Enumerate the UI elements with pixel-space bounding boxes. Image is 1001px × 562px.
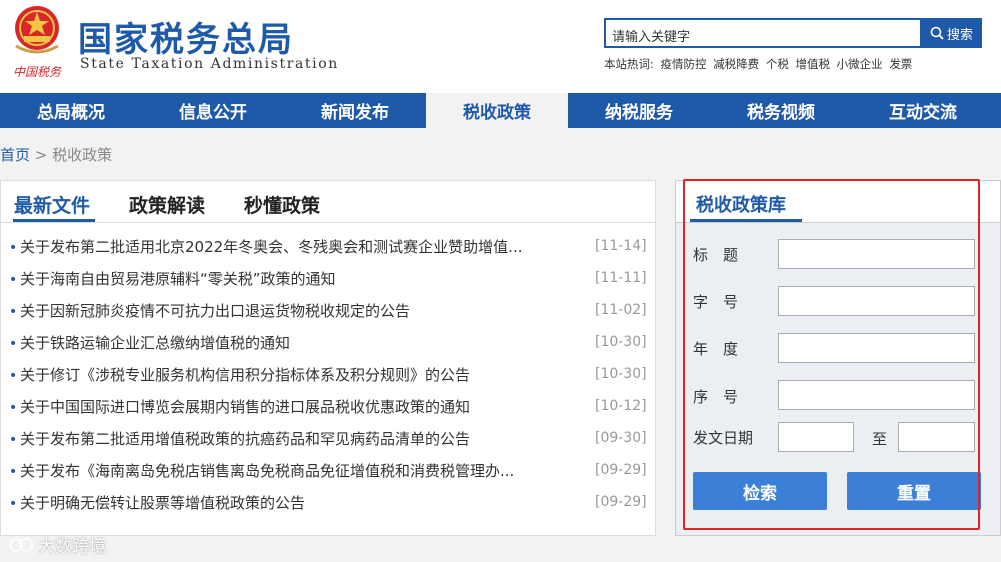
site-subtitle: State Taxation Administration (80, 56, 339, 72)
bullet-icon: • (9, 400, 18, 416)
breadcrumb-home-link[interactable]: 首页 (0, 146, 30, 164)
search-input[interactable]: 请输入关键字 (604, 18, 922, 48)
news-date: [10-30] (595, 334, 647, 350)
breadcrumb-current: 税收政策 (52, 146, 113, 164)
list-item[interactable]: • 关于因新冠肺炎疫情不可抗力出口退运货物税收规定的公告 [11-02] (1, 295, 655, 327)
news-date: [10-12] (595, 398, 647, 414)
bullet-icon: • (9, 240, 18, 256)
nav-item-tax-policy[interactable]: 税收政策 (426, 93, 568, 128)
hot-words-label: 本站热词: (604, 57, 654, 71)
list-item[interactable]: • 关于修订《涉税专业服务机构信用积分指标体系及积分规则》的公告 [10-30] (1, 359, 655, 391)
bullet-icon: • (9, 368, 18, 384)
news-title-link[interactable]: 关于明确无偿转让股票等增值税政策的公告 (20, 492, 305, 513)
logo-calligraphy: 中国税务 (13, 65, 62, 79)
nav-item-tax-video[interactable]: 税务视频 (710, 93, 852, 128)
bullet-icon: • (9, 464, 18, 480)
tab-policy-interpretation[interactable]: 政策解读 (129, 191, 205, 218)
news-title-link[interactable]: 关于发布第二批适用北京2022年冬奥会、冬残奥会和测试赛企业赞助增值... (20, 236, 522, 257)
news-date: [09-29] (595, 462, 647, 478)
list-item[interactable]: • 关于发布第二批适用增值税政策的抗癌药品和罕见病药品清单的公告 [09-30] (1, 423, 655, 455)
bullet-icon: • (9, 336, 18, 352)
search-button[interactable]: 搜索 (921, 18, 982, 48)
active-tab-underline (13, 219, 95, 222)
watermark: 大数跨境 (8, 532, 106, 557)
news-date: [09-29] (595, 494, 647, 510)
nav-item-overview[interactable]: 总局概况 (0, 93, 142, 128)
main-nav: 总局概况 信息公开 新闻发布 税收政策 纳税服务 税务视频 互动交流 (0, 93, 1001, 128)
site-header: 中国税务 国家税务总局 State Taxation Administratio… (0, 0, 1001, 93)
nav-item-info-disclosure[interactable]: 信息公开 (142, 93, 284, 128)
list-item[interactable]: • 关于发布第二批适用北京2022年冬奥会、冬残奥会和测试赛企业赞助增值... [1… (1, 231, 655, 263)
hot-word-link[interactable]: 增值税 (796, 57, 831, 71)
tab-quick-policy[interactable]: 秒懂政策 (244, 191, 320, 218)
news-date: [11-11] (595, 270, 647, 286)
news-title-link[interactable]: 关于海南自由贸易港原辅料“零关税”政策的通知 (20, 268, 336, 289)
news-title-link[interactable]: 关于中国国际进口博览会展期内销售的进口展品税收优惠政策的通知 (20, 396, 470, 417)
bullet-icon: • (9, 432, 18, 448)
news-date: [11-02] (595, 302, 647, 318)
hot-word-link[interactable]: 减税降费 (713, 57, 759, 71)
news-title-link[interactable]: 关于修订《涉税专业服务机构信用积分指标体系及积分规则》的公告 (20, 364, 470, 385)
search-button-label: 搜索 (946, 27, 973, 43)
bullet-icon: • (9, 496, 18, 512)
nav-item-tax-service[interactable]: 纳税服务 (568, 93, 710, 128)
national-emblem-logo[interactable]: 中国税务 (6, 2, 68, 84)
bullet-icon: • (9, 272, 18, 288)
list-item[interactable]: • 关于海南自由贸易港原辅料“零关税”政策的通知 [11-11] (1, 263, 655, 295)
news-list: • 关于发布第二批适用北京2022年冬奥会、冬残奥会和测试赛企业赞助增值... [1… (1, 231, 655, 519)
news-date: [09-30] (595, 430, 647, 446)
news-title-link[interactable]: 关于铁路运输企业汇总缴纳增值税的通知 (20, 332, 290, 353)
document-tabs: 最新文件 政策解读 秒懂政策 (1, 181, 655, 223)
search-icon (930, 26, 944, 40)
nav-item-news-release[interactable]: 新闻发布 (284, 93, 426, 128)
list-item[interactable]: • 关于中国国际进口博览会展期内销售的进口展品税收优惠政策的通知 [10-12] (1, 391, 655, 423)
hot-word-link[interactable]: 发票 (889, 57, 912, 71)
latest-documents-panel: 最新文件 政策解读 秒懂政策 • 关于发布第二批适用北京2022年冬奥会、冬残奥会… (0, 180, 656, 536)
news-title-link[interactable]: 关于发布第二批适用增值税政策的抗癌药品和罕见病药品清单的公告 (20, 428, 470, 449)
hot-word-link[interactable]: 小微企业 (837, 57, 883, 71)
breadcrumb-separator: > (34, 146, 48, 164)
list-item[interactable]: • 关于铁路运输企业汇总缴纳增值税的通知 [10-30] (1, 327, 655, 359)
hot-word-link[interactable]: 个税 (766, 57, 789, 71)
watermark-text: 大数跨境 (38, 537, 106, 557)
nav-item-interaction[interactable]: 互动交流 (852, 93, 994, 128)
news-date: [10-30] (595, 366, 647, 382)
hot-words: 本站热词: 疫情防控 减税降费 个税 增值税 小微企业 发票 (604, 56, 915, 72)
tab-latest-files[interactable]: 最新文件 (14, 191, 90, 218)
news-title-link[interactable]: 关于发布《海南离岛免税店销售离岛免税商品免征增值税和消费税管理办... (20, 460, 514, 481)
hot-word-link[interactable]: 疫情防控 (661, 57, 707, 71)
site-title: 国家税务总局 (78, 20, 294, 60)
watermark-logo-icon (9, 537, 33, 552)
list-item[interactable]: • 关于发布《海南离岛免税店销售离岛免税商品免征增值税和消费税管理办... [09-… (1, 455, 655, 487)
news-title-link[interactable]: 关于因新冠肺炎疫情不可抗力出口退运货物税收规定的公告 (20, 300, 410, 321)
news-date: [11-14] (595, 238, 647, 254)
highlight-frame (683, 179, 980, 530)
breadcrumb: 首页 > 税收政策 (0, 144, 112, 165)
list-item[interactable]: • 关于明确无偿转让股票等增值税政策的公告 [09-29] (1, 487, 655, 519)
bullet-icon: • (9, 304, 18, 320)
